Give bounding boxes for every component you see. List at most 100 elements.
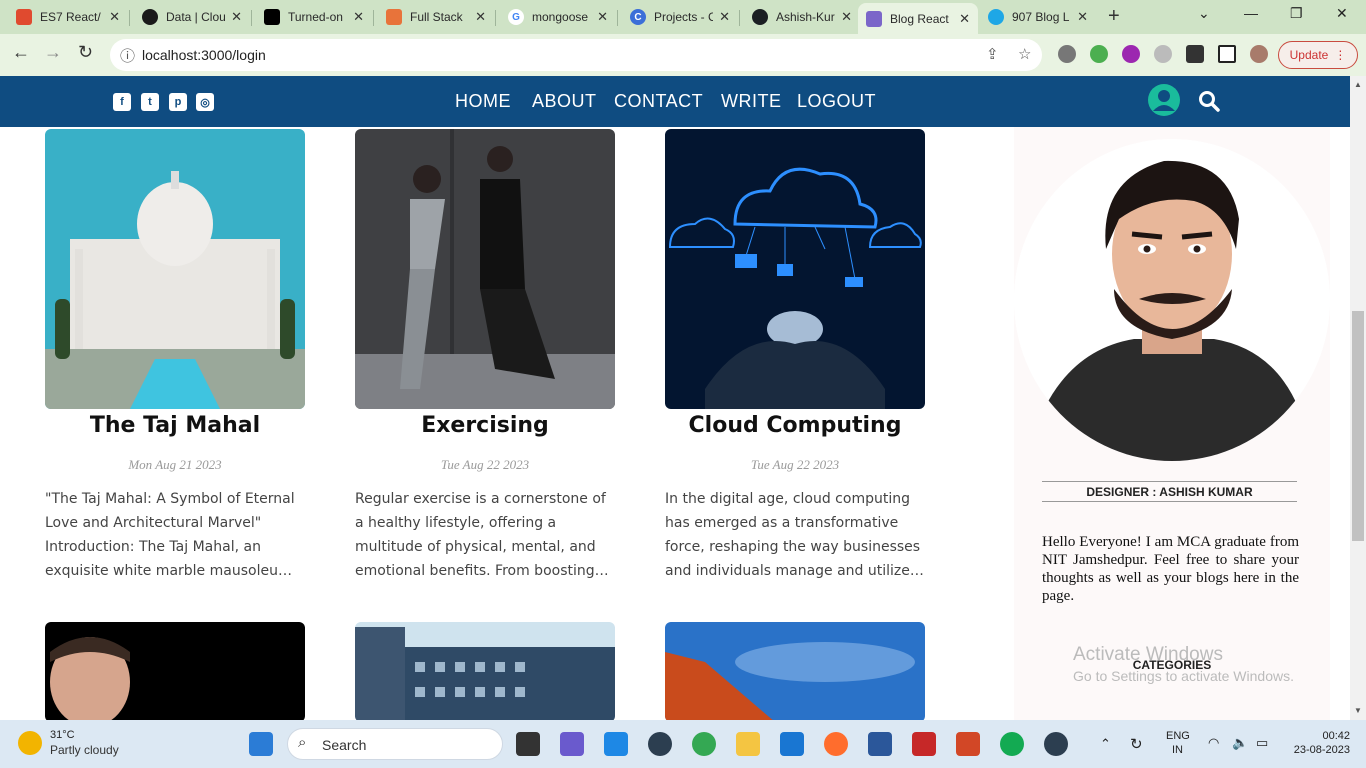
battery-icon[interactable]: ▭ xyxy=(1256,735,1268,751)
clock[interactable]: 00:42 23-08-2023 xyxy=(1290,730,1350,756)
partly-cloudy-icon xyxy=(18,731,42,755)
wifi-icon[interactable]: ◠ xyxy=(1208,735,1219,751)
browser-tab[interactable]: C Projects - C ✕ xyxy=(622,4,738,30)
tab-favicon-icon: C xyxy=(630,9,646,25)
browser-tab-active[interactable]: Blog React ✕ xyxy=(858,3,978,34)
nav-home[interactable]: HOME xyxy=(455,91,511,112)
volume-icon[interactable]: 🔈 xyxy=(1232,735,1248,751)
search-icon: ⌕ xyxy=(298,734,307,751)
extension-bug-icon[interactable] xyxy=(1058,45,1076,63)
close-tab-icon[interactable]: ✕ xyxy=(1077,9,1088,25)
sync-icon[interactable]: ↻ xyxy=(1130,735,1143,753)
scrollbar-thumb[interactable] xyxy=(1352,311,1364,541)
file-explorer-icon[interactable] xyxy=(736,732,760,756)
mongodb-icon[interactable] xyxy=(1000,732,1024,756)
tab-title: Full Stack xyxy=(410,10,463,24)
browser-tab[interactable]: 907 Blog L ✕ xyxy=(980,4,1096,30)
postman-icon[interactable] xyxy=(824,732,848,756)
post-card[interactable]: Exercising Tue Aug 22 2023 Regular exerc… xyxy=(355,129,615,583)
close-tab-icon[interactable]: ✕ xyxy=(719,9,730,25)
post-title[interactable]: Cloud Computing xyxy=(665,413,925,441)
weather-widget[interactable]: 31°C Partly cloudy xyxy=(18,729,119,757)
site-info-icon[interactable]: ⓘ xyxy=(120,45,135,66)
windows-start-icon[interactable] xyxy=(249,732,273,756)
address-bar[interactable]: ⓘ localhost:3000/login ⇪ ☆ xyxy=(110,39,1042,71)
close-tab-icon[interactable]: ✕ xyxy=(353,9,364,25)
minimize-icon[interactable]: — xyxy=(1244,5,1258,21)
new-tab-icon[interactable]: + xyxy=(1108,5,1120,28)
extension-icon[interactable] xyxy=(1122,45,1140,63)
teams-icon[interactable] xyxy=(560,732,584,756)
close-window-icon[interactable]: ✕ xyxy=(1336,5,1348,22)
taskbar-search[interactable]: ⌕ Search xyxy=(287,728,503,760)
close-tab-icon[interactable]: ✕ xyxy=(841,9,852,25)
close-tab-icon[interactable]: ✕ xyxy=(475,9,486,25)
post-image-exercising[interactable] xyxy=(355,129,615,409)
extension-icon[interactable] xyxy=(1154,45,1172,63)
nav-logout[interactable]: LOGOUT xyxy=(797,91,876,112)
acrobat-icon[interactable] xyxy=(912,732,936,756)
post-image-taj-mahal[interactable] xyxy=(45,129,305,409)
tab-favicon-icon xyxy=(142,9,158,25)
post-card[interactable]: Cloud Computing Tue Aug 22 2023 In the d… xyxy=(665,129,925,583)
task-view-icon[interactable] xyxy=(516,732,540,756)
browser-tab[interactable]: Ashish-Kur ✕ xyxy=(744,4,860,30)
designer-avatar xyxy=(1014,139,1330,461)
restore-icon[interactable]: ❐ xyxy=(1290,5,1303,22)
browser-tab-strip: ES7 React/ ✕ Data | Clou ✕ Turned-on ✕ F… xyxy=(0,0,1366,34)
close-tab-icon[interactable]: ✕ xyxy=(959,11,970,27)
chrome-icon[interactable] xyxy=(692,732,716,756)
bookmark-star-icon[interactable]: ☆ xyxy=(1018,45,1031,63)
nav-contact[interactable]: CONTACT xyxy=(614,91,703,112)
page-scrollbar[interactable]: ▲ ▼ xyxy=(1350,76,1366,720)
extension-icon[interactable] xyxy=(1090,45,1108,63)
nav-about[interactable]: ABOUT xyxy=(532,91,597,112)
post-image-elon[interactable] xyxy=(45,622,305,722)
weather-condition: Partly cloudy xyxy=(50,743,119,757)
eclipse-icon[interactable] xyxy=(1044,732,1068,756)
instagram-icon[interactable]: ◎ xyxy=(196,93,214,111)
post-image-cloud-computing[interactable] xyxy=(665,129,925,409)
reload-icon[interactable]: ↻ xyxy=(78,42,93,63)
twitter-icon[interactable]: t xyxy=(141,93,159,111)
pinterest-icon[interactable]: p xyxy=(169,93,187,111)
language-indicator[interactable]: ENG IN xyxy=(1166,730,1190,756)
word-icon[interactable] xyxy=(868,732,892,756)
url-text: localhost:3000/login xyxy=(142,47,266,63)
post-image-building[interactable] xyxy=(355,622,615,722)
store-icon[interactable] xyxy=(780,732,804,756)
scroll-down-icon[interactable]: ▼ xyxy=(1354,706,1362,715)
back-icon[interactable]: ← xyxy=(12,42,30,63)
post-card[interactable]: The Taj Mahal Mon Aug 21 2023 "The Taj M… xyxy=(45,129,305,583)
profile-avatar[interactable] xyxy=(1250,45,1268,63)
tray-chevron-icon[interactable]: ⌃ xyxy=(1100,736,1111,752)
nav-write[interactable]: WRITE xyxy=(721,91,782,112)
scroll-up-icon[interactable]: ▲ xyxy=(1354,80,1362,89)
post-title[interactable]: Exercising xyxy=(355,413,615,441)
powerpoint-icon[interactable] xyxy=(956,732,980,756)
close-tab-icon[interactable]: ✕ xyxy=(109,9,120,25)
tab-search-chevron-icon[interactable]: ⌄ xyxy=(1198,5,1210,22)
post-title[interactable]: The Taj Mahal xyxy=(45,413,305,441)
user-avatar-icon[interactable] xyxy=(1148,84,1180,116)
share-icon[interactable]: ⇪ xyxy=(986,45,999,63)
facebook-icon[interactable]: f xyxy=(113,93,131,111)
post-image-sky[interactable] xyxy=(665,622,925,722)
forward-icon[interactable]: → xyxy=(44,42,62,63)
update-button[interactable]: Update ⋮ xyxy=(1278,41,1358,69)
close-tab-icon[interactable]: ✕ xyxy=(597,9,608,25)
browser-tab[interactable]: Turned-on ✕ xyxy=(256,4,372,30)
side-panel-icon[interactable] xyxy=(1218,45,1236,63)
browser-tab[interactable]: Data | Clou ✕ xyxy=(134,4,250,30)
vscode-icon[interactable] xyxy=(604,732,628,756)
close-tab-icon[interactable]: ✕ xyxy=(231,9,242,25)
clock-date: 23-08-2023 xyxy=(1293,744,1350,756)
browser-tab[interactable]: ES7 React/ ✕ xyxy=(8,4,128,30)
tab-title: Ashish-Kur xyxy=(776,10,835,24)
eclipse-icon[interactable] xyxy=(648,732,672,756)
browser-tab[interactable]: G mongoose ✕ xyxy=(500,4,616,30)
puzzle-extensions-icon[interactable] xyxy=(1186,45,1204,63)
post-date: Mon Aug 21 2023 xyxy=(128,457,222,472)
browser-tab[interactable]: Full Stack ✕ xyxy=(378,4,494,30)
search-icon[interactable] xyxy=(1198,90,1220,117)
